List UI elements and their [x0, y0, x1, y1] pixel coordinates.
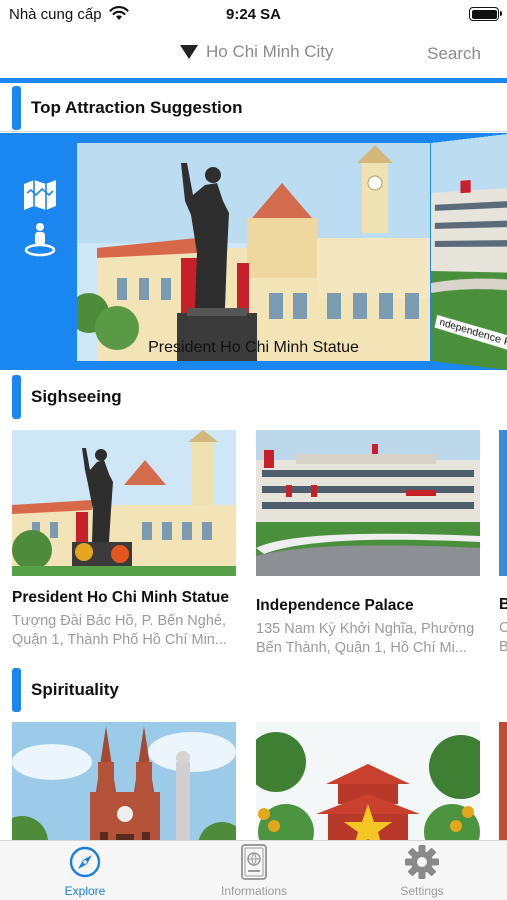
- place-thumbnail: [256, 722, 480, 840]
- tab-bar: Explore Informations Settings: [0, 840, 507, 900]
- place-thumbnail: [499, 430, 507, 576]
- place-name: B: [499, 596, 507, 613]
- triangle-down-icon: [180, 45, 198, 59]
- place-thumbnail: [12, 430, 236, 576]
- section-title: Top Attraction Suggestion: [31, 98, 243, 117]
- tab-label: Settings: [400, 884, 444, 898]
- section-title: Spirituality: [31, 680, 119, 699]
- place-thumbnail: [256, 430, 480, 576]
- gear-icon: [405, 845, 439, 879]
- city-selector[interactable]: Ho Chi Minh City: [180, 42, 334, 62]
- search-button[interactable]: Search: [427, 44, 481, 64]
- tab-explore[interactable]: Explore: [25, 843, 145, 898]
- place-address: C B: [499, 620, 507, 655]
- top-attraction-header: Top Attraction Suggestion: [0, 86, 507, 132]
- nav-bar: Ho Chi Minh City Search: [0, 28, 507, 78]
- map-icon[interactable]: [22, 177, 58, 213]
- divider: [0, 131, 507, 132]
- top-attraction-carousel[interactable]: President Ho Chi Minh Statue ndependence…: [0, 133, 507, 370]
- section-marker: [12, 375, 21, 419]
- compass-icon: [69, 846, 101, 878]
- clock: 9:24 SA: [225, 6, 282, 23]
- slide-caption: President Ho Chi Minh Statue: [148, 339, 359, 356]
- place-address: Tượng Đài Bác Hồ, P. Bến Nghé, Quận 1, T…: [12, 613, 227, 648]
- place-name: Independence Palace: [256, 597, 414, 614]
- place-card[interactable]: B C B: [499, 430, 507, 657]
- city-label: Ho Chi Minh City: [206, 42, 334, 61]
- status-bar: Nhà cung cấp 9:24 SA: [0, 0, 507, 28]
- section-title: Sighseeing: [31, 387, 122, 406]
- nav-divider: [0, 78, 507, 83]
- tab-settings[interactable]: Settings: [362, 843, 482, 898]
- place-card[interactable]: Independence Palace 135 Nam Kỳ Khởi Nghĩ…: [256, 430, 480, 658]
- place-address: 135 Nam Kỳ Khởi Nghĩa, Phường Bến Thành,…: [256, 621, 475, 656]
- tab-label: Explore: [64, 884, 106, 898]
- battery-icon: [469, 7, 502, 21]
- passport-icon: [241, 844, 267, 880]
- spirituality-header: Spirituality: [0, 668, 507, 712]
- place-name: President Ho Chi Minh Statue: [12, 589, 230, 606]
- section-marker: [12, 86, 21, 130]
- place-card[interactable]: [256, 722, 480, 840]
- place-thumbnail: [12, 722, 236, 840]
- place-card[interactable]: [499, 722, 507, 840]
- sightseeing-header: Sighseeing: [0, 375, 507, 419]
- carousel-slide-statue[interactable]: President Ho Chi Minh Statue: [77, 143, 430, 361]
- carousel-slide-palace[interactable]: ndependence Palace: [431, 133, 507, 370]
- place-thumbnail: [499, 722, 507, 840]
- statue-photo: [77, 143, 430, 361]
- spirituality-list[interactable]: [0, 722, 507, 840]
- tab-label: Informations: [220, 884, 288, 898]
- tab-informations[interactable]: Informations: [194, 843, 314, 898]
- place-card[interactable]: President Ho Chi Minh Statue Tượng Đài B…: [12, 430, 236, 650]
- section-marker: [12, 668, 21, 712]
- person-location-icon[interactable]: [22, 221, 58, 257]
- sightseeing-list[interactable]: President Ho Chi Minh Statue Tượng Đài B…: [0, 430, 507, 666]
- app-screen: Nhà cung cấp 9:24 SA Ho Chi Minh City Se…: [0, 0, 507, 900]
- place-card[interactable]: [12, 722, 236, 840]
